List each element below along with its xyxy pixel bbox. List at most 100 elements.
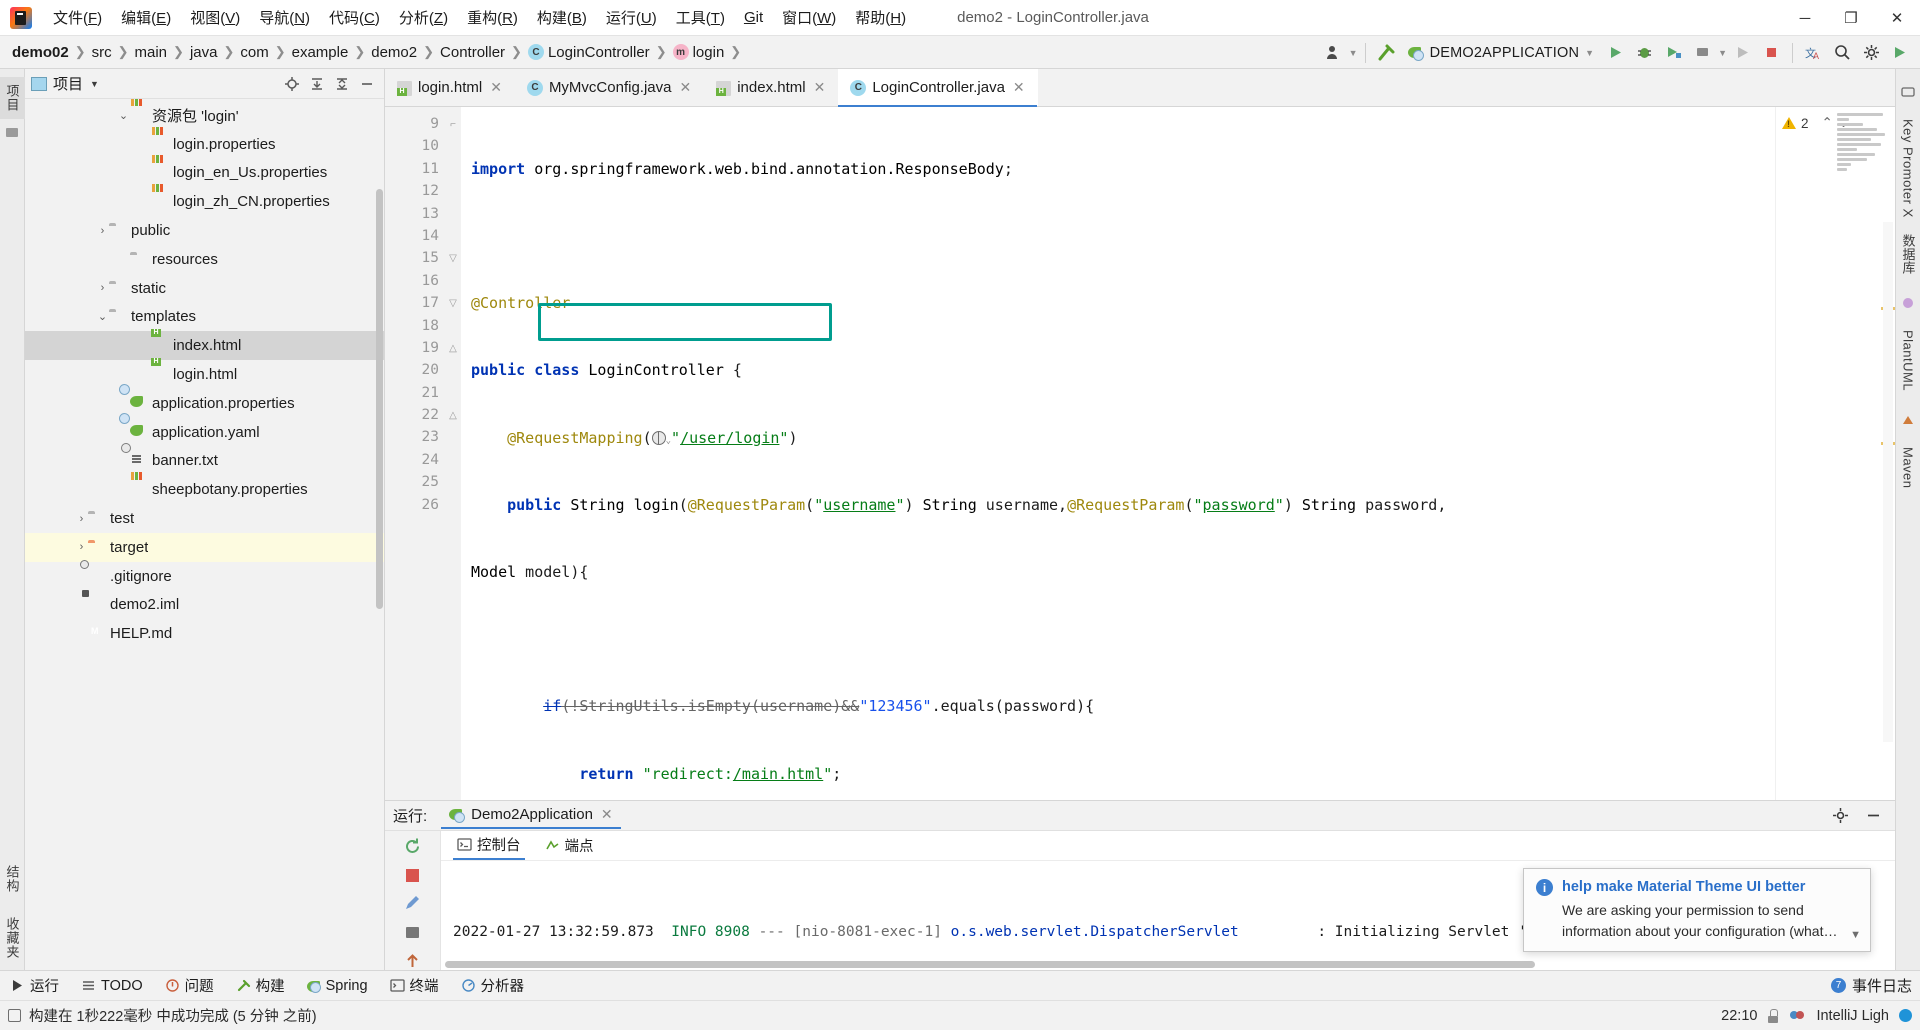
hide-panel-icon[interactable] — [356, 73, 378, 95]
debug-button[interactable] — [1631, 39, 1658, 66]
tree-node[interactable]: sheepbotany.properties — [25, 475, 384, 504]
key-promoter-icon[interactable] — [1901, 85, 1915, 103]
tool-tab-key-promoter[interactable]: Key Promoter X — [1901, 119, 1916, 218]
line-number[interactable]: 12 — [385, 180, 445, 202]
breadcrumb-java[interactable]: java — [186, 43, 222, 62]
editor-scrollbar[interactable] — [1883, 222, 1893, 742]
close-icon[interactable]: ✕ — [1013, 79, 1025, 96]
menu-edit[interactable]: 编辑(E) — [112, 3, 180, 32]
expand-arrow-icon[interactable]: › — [75, 513, 88, 525]
menu-refactor[interactable]: 重构(R) — [458, 3, 527, 32]
tree-node[interactable]: application.yaml — [25, 418, 384, 447]
tool-button-todo[interactable]: TODO — [77, 976, 147, 996]
close-icon[interactable]: ✕ — [814, 79, 826, 96]
chevron-down-icon[interactable]: ▼ — [1349, 48, 1358, 58]
breadcrumb-login-method[interactable]: m login — [669, 43, 729, 62]
tree-node[interactable]: › public — [25, 216, 384, 245]
tool-tab-project[interactable]: 项目 — [0, 77, 25, 119]
line-number-gutter[interactable]: 9 10 11 12 13 14 15 16 17 18 19 20 21 22 23 24 25 26 — [385, 107, 445, 800]
theme-label[interactable]: IntelliJ Ligh — [1816, 1008, 1889, 1024]
breadcrumb-demo2[interactable]: demo2 — [367, 43, 421, 62]
line-number[interactable]: 23 — [385, 426, 445, 448]
lock-icon[interactable] — [1767, 1008, 1779, 1023]
breadcrumb-controller[interactable]: Controller — [436, 43, 509, 62]
tool-tab-database[interactable]: 数据库 — [1899, 234, 1918, 275]
tool-tab-maven[interactable]: Maven — [1901, 447, 1916, 489]
tool-button-run[interactable]: 运行 — [6, 973, 63, 998]
tool-button-terminal[interactable]: 终端 — [386, 973, 443, 998]
console-horizontal-scrollbar[interactable] — [445, 961, 1535, 968]
run-config-tab[interactable]: Demo2Application ✕ — [441, 802, 621, 829]
editor-tab-logincontroller-java[interactable]: C LoginController.java ✕ — [838, 69, 1038, 107]
collapse-all-icon[interactable] — [331, 73, 353, 95]
code-folding-column[interactable]: ⌐ ▽ ▽ △ △ — [445, 107, 461, 800]
line-number[interactable]: 15 — [385, 247, 445, 269]
menu-build[interactable]: 构建(B) — [528, 3, 596, 32]
prev-problem-icon[interactable]: ⌃ — [1822, 115, 1833, 131]
locate-file-icon[interactable] — [281, 73, 303, 95]
tree-node[interactable]: demo2.iml — [25, 591, 384, 620]
tool-tab-favorites[interactable]: 收藏夹 — [0, 910, 25, 966]
editor-tab-index-html[interactable]: index.html ✕ — [704, 69, 838, 106]
translate-icon[interactable]: 文A — [1800, 39, 1827, 66]
line-number[interactable]: 22 — [385, 404, 445, 426]
line-number[interactable]: 16 — [385, 270, 445, 292]
run-configuration-selector[interactable]: DEMO2APPLICATION ▼ — [1402, 43, 1601, 63]
tree-node[interactable]: login_zh_CN.properties — [25, 187, 384, 216]
tree-node[interactable]: resources — [25, 245, 384, 274]
hide-run-panel-icon[interactable] — [1860, 802, 1887, 829]
event-log-label[interactable]: 事件日志 — [1852, 975, 1912, 996]
chevron-down-icon[interactable]: ▼ — [90, 79, 99, 89]
settings-gear-icon[interactable] — [1827, 802, 1854, 829]
tree-node[interactable]: HELP.md — [25, 619, 384, 648]
tree-node[interactable]: › test — [25, 504, 384, 533]
fold-marker[interactable]: ⌐ — [445, 113, 461, 135]
menu-run[interactable]: 运行(U) — [597, 3, 666, 32]
gear-icon[interactable] — [1858, 39, 1885, 66]
plantuml-icon[interactable] — [1901, 296, 1915, 314]
run-with-coverage-button[interactable] — [1660, 39, 1687, 66]
line-number[interactable]: 14 — [385, 225, 445, 247]
breadcrumb-src[interactable]: src — [88, 43, 116, 62]
tree-node[interactable]: › target — [25, 532, 384, 562]
line-number[interactable]: 25 — [385, 471, 445, 493]
line-number[interactable]: 19 — [385, 337, 445, 359]
line-number[interactable]: 9 — [385, 113, 445, 135]
notifications-icon[interactable] — [1789, 1008, 1806, 1023]
menu-navigate[interactable]: 导航(N) — [250, 3, 319, 32]
tree-node[interactable]: banner.txt — [25, 447, 384, 476]
minimize-button[interactable]: ─ — [1782, 0, 1828, 36]
notification-popup[interactable]: i help make Material Theme UI better We … — [1523, 868, 1871, 952]
tree-node[interactable]: index.html — [25, 331, 384, 361]
breadcrumb-main[interactable]: main — [131, 43, 172, 62]
stop-icon[interactable] — [401, 868, 425, 883]
tree-node[interactable]: login.properties — [25, 130, 384, 159]
tree-node[interactable]: ⌄ 资源包 'login' — [25, 101, 384, 130]
menu-analyze[interactable]: 分析(Z) — [390, 3, 457, 32]
tool-button-problems[interactable]: 问题 — [161, 973, 218, 998]
project-tree[interactable]: ⌄ 资源包 'login' login.properties login_en_Us.… — [25, 99, 384, 970]
web-mapping-icon[interactable] — [651, 430, 666, 445]
editor-tab-mymvcconfig-java[interactable]: C MyMvcConfig.java ✕ — [515, 69, 704, 106]
line-number[interactable]: 17 — [385, 292, 445, 314]
breadcrumb-com[interactable]: com — [236, 43, 272, 62]
tool-tab-plantuml[interactable]: PlantUML — [1901, 330, 1916, 391]
expand-arrow-icon[interactable]: › — [96, 225, 109, 237]
expand-arrow-icon[interactable]: ⌄ — [96, 310, 109, 323]
stop-button[interactable] — [1758, 39, 1785, 66]
fold-marker[interactable]: △ — [445, 404, 461, 426]
search-icon[interactable] — [1829, 39, 1856, 66]
fold-marker[interactable]: △ — [445, 337, 461, 359]
soft-wrap-icon[interactable] — [401, 924, 425, 941]
breadcrumb-logincontroller[interactable]: C LoginController — [524, 43, 654, 62]
breadcrumb-example[interactable]: example — [288, 43, 353, 62]
menu-tools[interactable]: 工具(T) — [667, 3, 734, 32]
expand-arrow-icon[interactable]: › — [75, 541, 88, 553]
chevron-down-icon[interactable]: ▼ — [1718, 48, 1727, 58]
line-number[interactable]: 20 — [385, 359, 445, 381]
user-icon[interactable] — [1320, 39, 1347, 66]
tree-node[interactable]: ⌄ templates — [25, 303, 384, 332]
project-tree-scrollbar[interactable] — [376, 189, 383, 609]
tree-node[interactable]: .gitignore — [25, 562, 384, 591]
code-minimap[interactable] — [1837, 113, 1889, 188]
